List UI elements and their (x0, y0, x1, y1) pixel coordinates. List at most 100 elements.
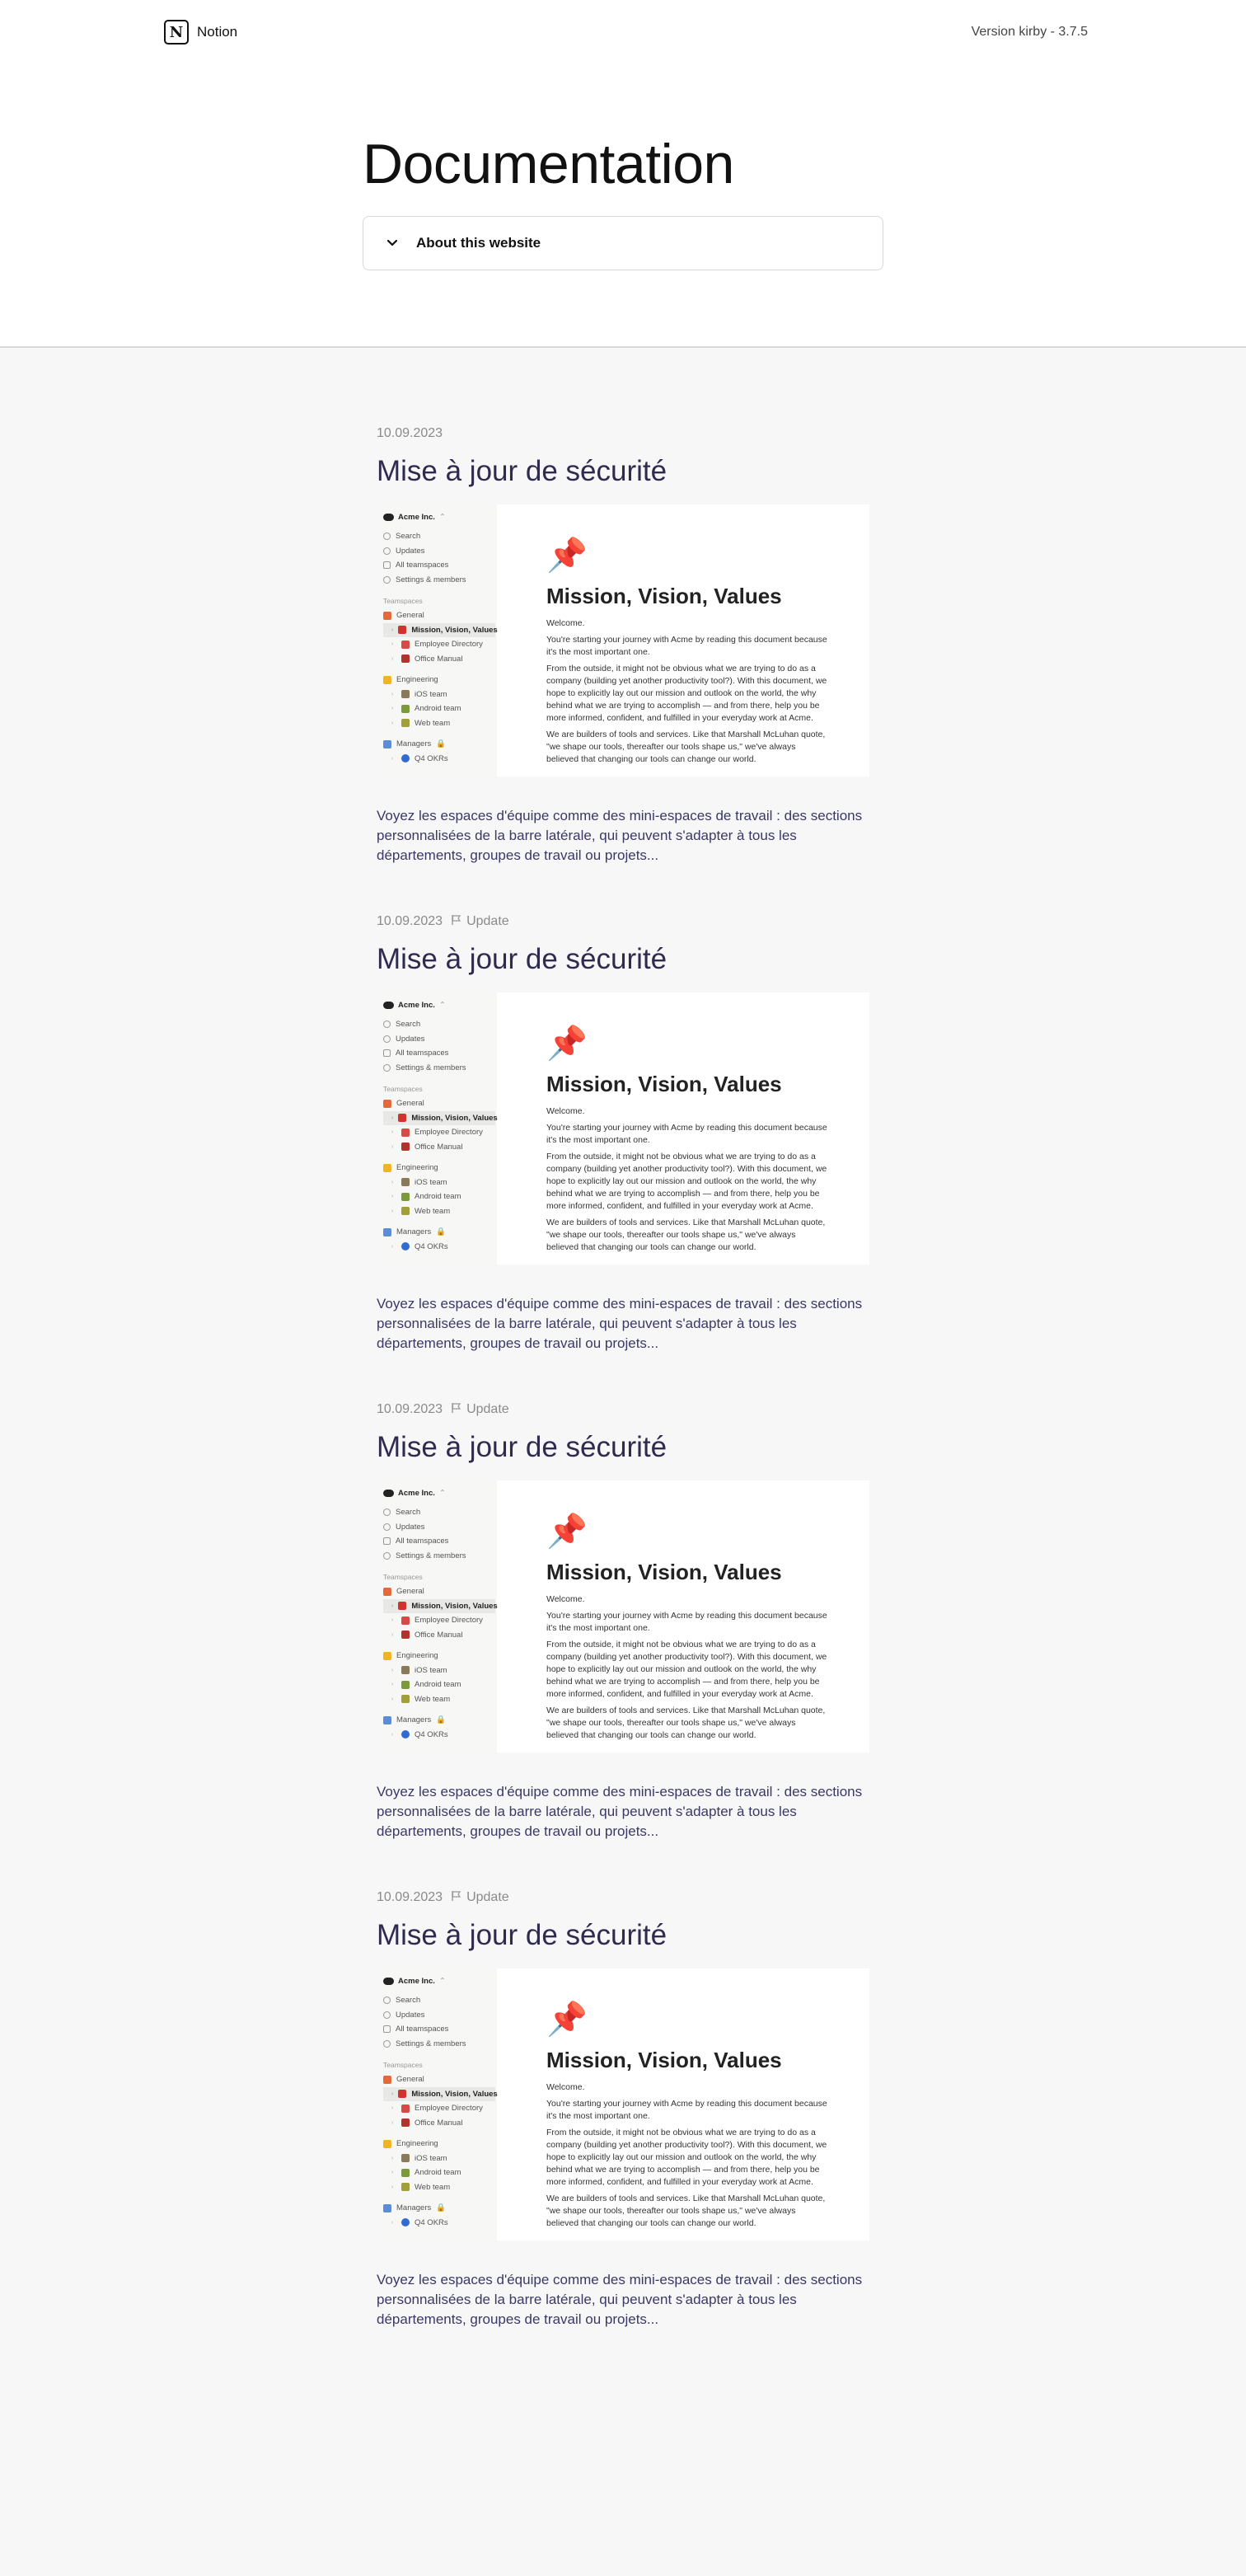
search-icon (383, 1997, 391, 2005)
pin-icon (398, 1114, 407, 1123)
shot-doc-paragraph: From the outside, it might not be obviou… (546, 1640, 827, 1699)
shot-item-web: › Web team (383, 1204, 497, 1219)
post-excerpt: Voyez les espaces d'équipe comme des min… (377, 1784, 863, 1839)
shot-item-label: iOS team (415, 2153, 447, 2163)
shot-group-general: General (383, 1584, 497, 1599)
shot-item-label: Web team (415, 718, 451, 728)
post-meta: 10.09.2023 Update (377, 1396, 869, 1423)
caret-right-icon: › (391, 720, 394, 726)
shot-workspace-name: Acme Inc. (398, 1489, 435, 1498)
caret-right-icon: › (391, 2184, 394, 2190)
shot-doc-paragraph: We are builders of tools and services. L… (546, 1218, 826, 1252)
device-icon (401, 1666, 410, 1675)
post-title[interactable]: Mise à jour de sécurité (377, 1916, 869, 1962)
page-title: Documentation (363, 133, 734, 195)
shot-doc-welcome: Welcome. (546, 1106, 585, 1116)
workspace-logo-icon (383, 1002, 394, 1009)
caret-right-icon: › (391, 2090, 394, 2097)
shot-doc-paragraph: You're starting your journey with Acme b… (546, 1611, 827, 1633)
clock-icon (383, 2011, 391, 2019)
briefcase-icon (383, 739, 391, 748)
about-accordion[interactable]: About this website (363, 216, 883, 270)
post-title[interactable]: Mise à jour de sécurité (377, 452, 869, 498)
gear-icon (383, 1551, 391, 1560)
shot-item-label: Q4 OKRs (415, 1241, 448, 1251)
version-label: Version kirby - 3.7.5 (971, 25, 1088, 39)
shot-item-label: Web team (415, 1206, 451, 1216)
pin-icon (398, 1602, 407, 1611)
shot-doc-paragraph: From the outside, it might not be obviou… (546, 664, 827, 723)
shot-doc-welcome: Welcome. (546, 1594, 585, 1604)
shot-document: 📌 Mission, Vision, Values Welcome. You'r… (497, 504, 869, 777)
shot-nav-settings: Settings & members (383, 1549, 497, 1564)
post-excerpt: Voyez les espaces d'équipe comme des min… (377, 2272, 863, 2327)
globe-icon (401, 1207, 410, 1216)
shot-nav-label: Search (396, 1020, 421, 1030)
shot-doc-title: Mission, Vision, Values (546, 584, 782, 608)
shot-nav-label: All teamspaces (396, 1537, 449, 1546)
post-title[interactable]: Mise à jour de sécurité (377, 940, 869, 986)
shot-item-web: › Web team (383, 2180, 497, 2195)
shot-section-heading: Teamspaces (383, 1573, 423, 1581)
post-date: 10.09.2023 (377, 1402, 443, 1416)
shot-section-heading: Teamspaces (383, 597, 423, 605)
directory-icon (401, 1616, 410, 1625)
directory-icon (401, 2104, 410, 2113)
update-post: 10.09.2023 Update Mise à jour de sécurit… (377, 908, 869, 1396)
shot-group-label: Engineering (396, 1163, 438, 1173)
shot-doc-welcome: Welcome. (546, 618, 585, 628)
globe-icon (401, 2218, 410, 2227)
shot-item-okrs: › Q4 OKRs (383, 2216, 497, 2231)
teamspaces-icon (383, 2025, 391, 2034)
shot-item-label: iOS team (415, 1665, 447, 1675)
post-image: Acme Inc. ⌃ Search Updates All teamspace… (377, 504, 869, 777)
shot-nav-updates: Updates (383, 1520, 497, 1535)
shot-item-label: Office Manual (415, 1630, 463, 1640)
shot-item-label: Web team (415, 2182, 451, 2192)
gear-icon (383, 575, 391, 584)
shot-group-engineering: Engineering (383, 1649, 497, 1663)
shot-nav-label: Search (396, 1996, 421, 2006)
shot-nav-updates: Updates (383, 2008, 497, 2023)
shot-group-label: General (396, 1099, 424, 1109)
book-icon (401, 2119, 410, 2128)
teamspaces-icon (383, 1049, 391, 1058)
shot-workspace-name: Acme Inc. (398, 513, 435, 522)
shot-workspace: Acme Inc. ⌃ (383, 1977, 497, 1986)
shot-nav-search: Search (383, 529, 497, 544)
shot-nav-label: Updates (396, 1522, 425, 1532)
shot-group-managers: Managers 🔒 (383, 1225, 497, 1240)
shot-item-label: Android team (415, 2168, 461, 2178)
shot-workspace: Acme Inc. ⌃ (383, 1001, 497, 1010)
pushpin-icon: 📌 (546, 1513, 588, 1550)
shot-item-web: › Web team (383, 716, 497, 731)
switcher-chevron-icon: ⌃ (438, 513, 446, 522)
shot-sidebar: Acme Inc. ⌃ Search Updates All teamspace… (377, 1480, 498, 1753)
shot-nav-label: Updates (396, 1034, 425, 1044)
gear-icon (383, 2039, 391, 2048)
shot-item-label: Office Manual (415, 1142, 463, 1152)
caret-right-icon: › (391, 1667, 394, 1673)
brand-link[interactable]: N Notion (164, 20, 237, 45)
shot-item-android: › Android team (383, 701, 497, 716)
shot-section-heading: Teamspaces (383, 2061, 423, 2069)
shot-item-android: › Android team (383, 1189, 497, 1204)
shot-item-label: Employee Directory (415, 1128, 483, 1138)
shot-doc-title: Mission, Vision, Values (546, 1072, 782, 1096)
post-image: Acme Inc. ⌃ Search Updates All teamspace… (377, 992, 869, 1265)
caret-right-icon: › (391, 2170, 394, 2176)
shot-item-label: Web team (415, 1694, 451, 1704)
robot-icon (401, 704, 410, 713)
accordion-label: About this website (416, 235, 541, 251)
shot-doc-paragraph: You're starting your journey with Acme b… (546, 635, 827, 657)
shot-nav-search: Search (383, 1505, 497, 1520)
shot-item-label: Employee Directory (415, 640, 483, 650)
workspace-logo-icon (383, 1978, 394, 1985)
caret-right-icon: › (391, 1617, 394, 1624)
shot-group-label: Managers (396, 1227, 432, 1237)
post-title[interactable]: Mise à jour de sécurité (377, 1428, 869, 1474)
update-post: 10.09.2023 Update Mise à jour de sécurit… (377, 1884, 869, 2372)
shot-item-label: iOS team (415, 1177, 447, 1187)
globe-icon (401, 1730, 410, 1739)
post-tag: Update (451, 1402, 509, 1418)
